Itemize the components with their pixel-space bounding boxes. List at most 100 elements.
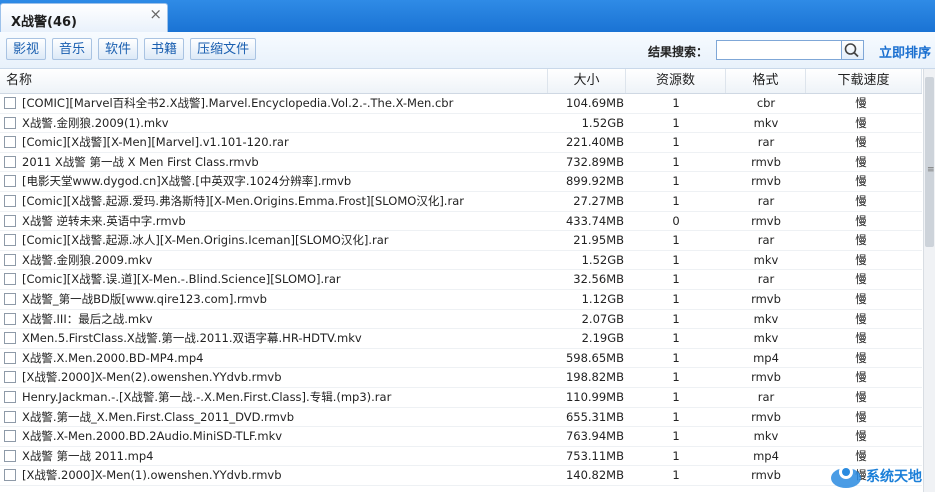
table-row[interactable]: X战警 逆转未来.英语中字.rmvb 433.74MB 0 rmvb 慢 bbox=[0, 212, 922, 232]
sort-now-link[interactable]: 立即排序 bbox=[879, 42, 931, 61]
file-name[interactable]: X战警.X-Men.2000.BD.2Audio.MiniSD-TLF.mkv bbox=[22, 427, 547, 446]
file-name[interactable]: X战警.X.Men.2000.BD-MP4.mp4 bbox=[22, 349, 547, 368]
tab-search-results[interactable]: X战警(46) × bbox=[0, 3, 168, 32]
table-row[interactable]: X战警.X.Men.2000.BD-MP4.mp4 598.65MB 1 mp4 慢 bbox=[0, 349, 922, 369]
table-row[interactable]: Henry.Jackman.-.[X战警.第一战.-.X.Men.First.C… bbox=[0, 388, 922, 408]
table-row[interactable]: [Comic][X战警.起源.冰人][X-Men.Origins.Iceman]… bbox=[0, 231, 922, 251]
file-name[interactable]: [Comic][X战警.起源.冰人][X-Men.Origins.Iceman]… bbox=[22, 231, 547, 250]
column-header-sources[interactable]: 资源数 bbox=[626, 69, 726, 93]
column-header-name[interactable]: 名称 bbox=[0, 69, 548, 93]
table-row[interactable]: [X战警.2000]X-Men(2).owenshen.YYdvb.rmvb 19… bbox=[0, 368, 922, 388]
source-count: 1 bbox=[672, 96, 680, 110]
file-size: 598.65MB bbox=[565, 350, 624, 365]
table-row[interactable]: [电影天堂www.dygod.cn]X战警.[中英双字.1024分辨率].rmv… bbox=[0, 172, 922, 192]
file-format: rmvb bbox=[751, 370, 781, 385]
row-checkbox[interactable] bbox=[4, 116, 16, 129]
file-name[interactable]: X战警 逆转未来.英语中字.rmvb bbox=[22, 212, 547, 231]
column-header-format[interactable]: 格式 bbox=[726, 69, 806, 93]
table-row[interactable]: XMen.5.FirstClass.X战警.第一战.2011.双语字幕.HR-H… bbox=[0, 329, 922, 349]
filter-books-button[interactable]: 书籍 bbox=[144, 38, 185, 60]
table-row[interactable]: [Comic][X战警][X-Men][Marvel].v1.101-120.r… bbox=[0, 133, 922, 153]
row-checkbox[interactable] bbox=[4, 273, 16, 286]
download-speed: 慢 bbox=[855, 272, 867, 287]
file-name[interactable]: X战警.金刚狼.2009.mkv bbox=[22, 251, 547, 270]
source-count: 1 bbox=[672, 468, 680, 483]
tab-title: X战警(46) bbox=[11, 15, 77, 30]
file-name[interactable]: X战警 第一战 2011.mp4 bbox=[22, 447, 547, 466]
row-checkbox[interactable] bbox=[4, 351, 16, 364]
filter-music-button[interactable]: 音乐 bbox=[52, 38, 93, 60]
file-name[interactable]: [X战警.2000]X-Men(1).owenshen.YYdvb.rmvb bbox=[22, 466, 547, 485]
file-format: rar bbox=[757, 135, 775, 150]
row-checkbox[interactable] bbox=[4, 175, 16, 188]
row-checkbox[interactable] bbox=[4, 449, 16, 462]
source-count: 1 bbox=[672, 233, 680, 248]
file-size: 763.94MB bbox=[565, 429, 624, 444]
file-size: 1.52GB bbox=[581, 115, 624, 130]
table-row[interactable]: [Comic][X战警.误.道][X-Men.-.Blind.Science][… bbox=[0, 270, 922, 290]
download-speed: 慢 bbox=[855, 154, 867, 169]
file-format: rar bbox=[757, 389, 775, 404]
file-name[interactable]: X战警_第一战BD版[www.qire123.com].rmvb bbox=[22, 290, 547, 309]
file-format: mkv bbox=[753, 252, 779, 267]
file-name[interactable]: [Comic][X战警][X-Men][Marvel].v1.101-120.r… bbox=[22, 133, 547, 152]
row-checkbox[interactable] bbox=[4, 155, 16, 168]
file-name[interactable]: [Comic][X战警.误.道][X-Men.-.Blind.Science][… bbox=[22, 270, 547, 289]
column-header-size[interactable]: 大小 bbox=[548, 69, 626, 93]
vertical-scrollbar[interactable]: ≡ bbox=[923, 69, 935, 492]
row-checkbox[interactable] bbox=[4, 253, 16, 266]
download-speed: 慢 bbox=[855, 115, 867, 130]
file-name[interactable]: X战警.III：最后之战.mkv bbox=[22, 310, 547, 329]
source-count: 1 bbox=[672, 174, 680, 189]
table-row[interactable]: [X战警.2000]X-Men(1).owenshen.YYdvb.rmvb 14… bbox=[0, 466, 922, 486]
source-count: 1 bbox=[672, 429, 680, 444]
file-name[interactable]: [COMIC][Marvel百科全书2.X战警].Marvel.Encyclop… bbox=[22, 94, 547, 113]
table-row[interactable]: X战警.第一战_X.Men.First.Class_2011_DVD.rmvb 6… bbox=[0, 408, 922, 428]
file-name[interactable]: [X战警.2000]X-Men(2).owenshen.YYdvb.rmvb bbox=[22, 368, 547, 387]
row-checkbox[interactable] bbox=[4, 430, 16, 443]
file-size: 433.74MB bbox=[565, 213, 624, 228]
filter-video-button[interactable]: 影视 bbox=[6, 38, 47, 60]
row-checkbox[interactable] bbox=[4, 194, 16, 207]
table-row[interactable]: [COMIC][Marvel百科全书2.X战警].Marvel.Encyclop… bbox=[0, 94, 922, 114]
row-checkbox[interactable] bbox=[4, 371, 16, 384]
filter-software-button[interactable]: 软件 bbox=[98, 38, 139, 60]
column-header-speed[interactable]: 下载速度 bbox=[806, 69, 922, 93]
file-name[interactable]: [Comic][X战警.起源.爱玛.弗洛斯特][X-Men.Origins.Em… bbox=[22, 192, 547, 211]
row-checkbox[interactable] bbox=[4, 214, 16, 227]
table-row[interactable]: X战警.金刚狼.2009(1).mkv 1.52GB 1 mkv 慢 bbox=[0, 114, 922, 134]
file-name[interactable]: X战警.第一战_X.Men.First.Class_2011_DVD.rmvb bbox=[22, 408, 547, 427]
table-row[interactable]: X战警.III：最后之战.mkv 2.07GB 1 mkv 慢 bbox=[0, 310, 922, 330]
row-checkbox[interactable] bbox=[4, 97, 16, 109]
table-row[interactable]: [Comic][X战警.起源.爱玛.弗洛斯特][X-Men.Origins.Em… bbox=[0, 192, 922, 212]
row-checkbox[interactable] bbox=[4, 292, 16, 305]
file-name[interactable]: Henry.Jackman.-.[X战警.第一战.-.X.Men.First.C… bbox=[22, 388, 547, 407]
file-name[interactable]: [电影天堂www.dygod.cn]X战警.[中英双字.1024分辨率].rmv… bbox=[22, 172, 547, 191]
scrollbar-thumb[interactable]: ≡ bbox=[925, 77, 935, 247]
table-row[interactable]: X战警 第一战 2011.mp4 753.11MB 1 mp4 慢 bbox=[0, 447, 922, 467]
download-speed: 慢 bbox=[855, 311, 867, 326]
source-count: 1 bbox=[672, 252, 680, 267]
file-size: 899.92MB bbox=[565, 174, 624, 189]
row-checkbox[interactable] bbox=[4, 332, 16, 345]
filter-archives-button[interactable]: 压缩文件 bbox=[190, 38, 257, 60]
file-name[interactable]: 2011 X战警 第一战 X Men First Class.rmvb bbox=[22, 153, 547, 172]
close-icon[interactable]: × bbox=[149, 5, 162, 23]
search-button[interactable] bbox=[842, 40, 864, 60]
file-size: 198.82MB bbox=[565, 370, 624, 385]
table-row[interactable]: X战警.金刚狼.2009.mkv 1.52GB 1 mkv 慢 bbox=[0, 251, 922, 271]
row-checkbox[interactable] bbox=[4, 312, 16, 325]
row-checkbox[interactable] bbox=[4, 469, 16, 482]
file-format: rmvb bbox=[751, 213, 781, 228]
row-checkbox[interactable] bbox=[4, 410, 16, 423]
row-checkbox[interactable] bbox=[4, 390, 16, 403]
table-row[interactable]: X战警.X-Men.2000.BD.2Audio.MiniSD-TLF.mkv 7… bbox=[0, 427, 922, 447]
file-name[interactable]: X战警.金刚狼.2009(1).mkv bbox=[22, 114, 547, 133]
search-input[interactable] bbox=[716, 40, 842, 60]
table-row[interactable]: X战警_第一战BD版[www.qire123.com].rmvb 1.12GB 1 r… bbox=[0, 290, 922, 310]
table-row[interactable]: 2011 X战警 第一战 X Men First Class.rmvb 732.8… bbox=[0, 153, 922, 173]
row-checkbox[interactable] bbox=[4, 234, 16, 247]
file-format: mkv bbox=[753, 311, 779, 326]
file-name[interactable]: XMen.5.FirstClass.X战警.第一战.2011.双语字幕.HR-H… bbox=[22, 329, 547, 348]
row-checkbox[interactable] bbox=[4, 136, 16, 149]
